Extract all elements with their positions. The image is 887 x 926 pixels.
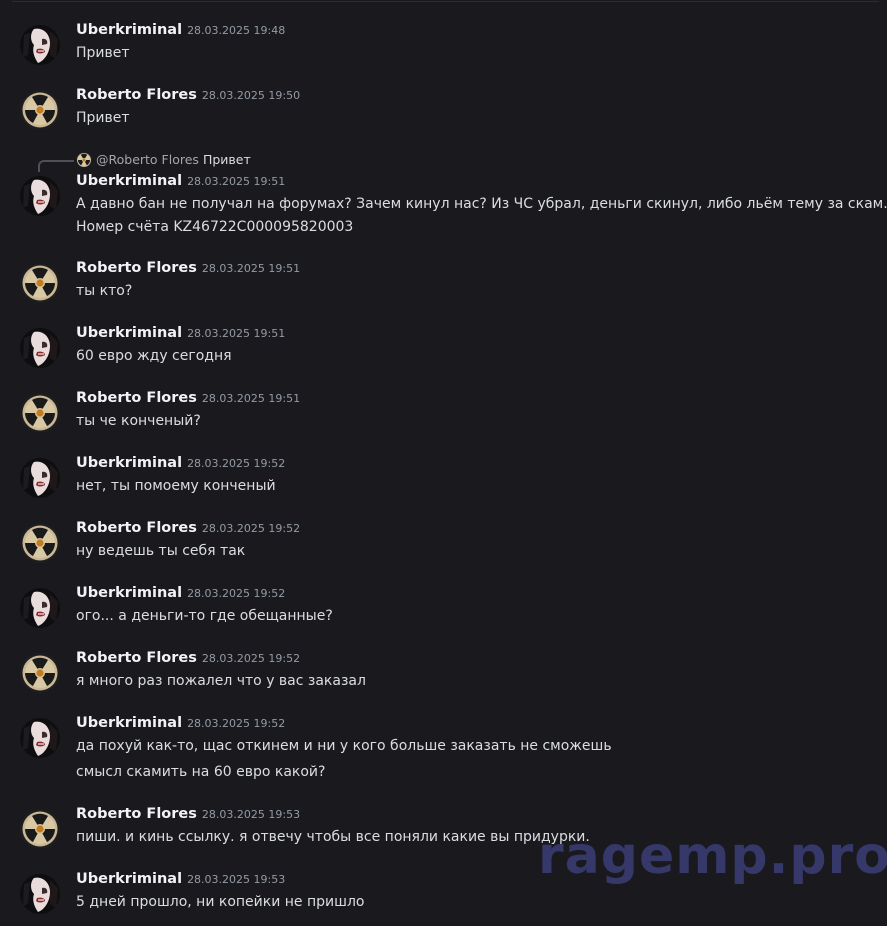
user-avatar[interactable]	[20, 523, 60, 563]
user-avatar[interactable]	[20, 90, 60, 130]
message-list: Uberkriminal 28.03.2025 19:48 Привет Robe…	[0, 0, 887, 926]
timestamp[interactable]: 28.03.2025 19:53	[187, 873, 285, 886]
message-text: я много раз пожалел что у вас заказал	[76, 673, 366, 689]
user-avatar[interactable]	[20, 25, 60, 65]
username[interactable]: Uberkriminal	[76, 22, 182, 38]
message-text: пиши. и кинь ссылку. я отвечу чтобы все …	[76, 829, 590, 845]
reply-quote: Привет	[202, 152, 251, 167]
timestamp[interactable]: 28.03.2025 19:52	[202, 522, 300, 535]
message-text: Привет	[76, 110, 130, 126]
timestamp[interactable]: 28.03.2025 19:50	[202, 89, 300, 102]
timestamp[interactable]: 28.03.2025 19:51	[202, 392, 300, 405]
username[interactable]: Roberto Flores	[76, 520, 197, 536]
timestamp[interactable]: 28.03.2025 19:51	[187, 175, 285, 188]
username[interactable]: Uberkriminal	[76, 455, 182, 471]
user-avatar[interactable]	[20, 809, 60, 849]
user-avatar[interactable]	[20, 176, 60, 216]
timestamp[interactable]: 28.03.2025 19:52	[187, 587, 285, 600]
reply-mention[interactable]: @Roberto Flores	[96, 152, 199, 167]
message-text: 5 дней прошло, ни копейки не пришло	[76, 894, 365, 910]
message-text: ну ведешь ты себя так	[76, 543, 246, 559]
timestamp[interactable]: 28.03.2025 19:52	[187, 457, 285, 470]
timestamp[interactable]: 28.03.2025 19:51	[202, 262, 300, 275]
message-text: Номер счёта KZ46722C000095820003	[76, 219, 354, 235]
username[interactable]: Roberto Flores	[76, 260, 197, 276]
message-text: смысл скамить на 60 евро какой?	[76, 764, 326, 780]
user-avatar[interactable]	[20, 588, 60, 628]
user-avatar[interactable]	[20, 874, 60, 914]
message-text: Привет	[76, 45, 130, 61]
timestamp[interactable]: 28.03.2025 19:52	[202, 652, 300, 665]
username[interactable]: Roberto Flores	[76, 806, 197, 822]
username[interactable]: Roberto Flores	[76, 650, 197, 666]
username[interactable]: Uberkriminal	[76, 715, 182, 731]
message-text: 60 евро жду сегодня	[76, 348, 232, 364]
message-text: ты че конченый?	[76, 413, 201, 429]
user-avatar[interactable]	[20, 328, 60, 368]
user-avatar[interactable]	[20, 393, 60, 433]
user-avatar[interactable]	[20, 263, 60, 303]
message-text: да похуй как-то, щас откинем и ни у кого…	[76, 738, 612, 754]
reply-avatar	[76, 152, 92, 168]
message-text: А давно бан не получал на форумах? Зачем…	[76, 196, 887, 212]
timestamp[interactable]: 28.03.2025 19:53	[202, 808, 300, 821]
watermark: ragemp.pro	[538, 826, 887, 886]
username[interactable]: Uberkriminal	[76, 585, 182, 601]
user-avatar[interactable]	[20, 718, 60, 758]
user-avatar[interactable]	[20, 458, 60, 498]
timestamp[interactable]: 28.03.2025 19:51	[187, 327, 285, 340]
username[interactable]: Roberto Flores	[76, 390, 197, 406]
username[interactable]: Roberto Flores	[76, 87, 197, 103]
user-avatar[interactable]	[20, 653, 60, 693]
timestamp[interactable]: 28.03.2025 19:52	[187, 717, 285, 730]
message-text: ты кто?	[76, 283, 133, 299]
reply-spine	[38, 160, 74, 172]
timestamp[interactable]: 28.03.2025 19:48	[187, 24, 285, 37]
username[interactable]: Uberkriminal	[76, 173, 182, 189]
message-text: ого... а деньги-то где обещанные?	[76, 608, 333, 624]
message-text: нет, ты помоему конченый	[76, 478, 276, 494]
username[interactable]: Uberkriminal	[76, 871, 182, 887]
username[interactable]: Uberkriminal	[76, 325, 182, 341]
